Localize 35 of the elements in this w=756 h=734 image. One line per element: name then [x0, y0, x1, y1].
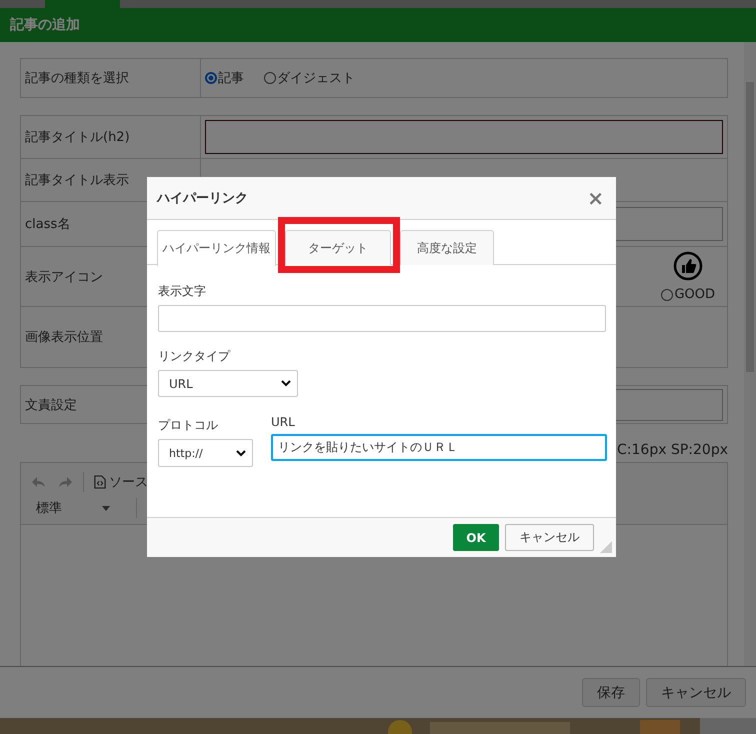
- protocol-select[interactable]: http://: [158, 439, 253, 467]
- cancel-button[interactable]: キャンセル: [505, 524, 594, 551]
- dialog-tab[interactable]: ターゲット: [285, 230, 391, 265]
- chevron-down-icon: [281, 380, 291, 387]
- dialog-tab[interactable]: ハイパーリンク情報: [157, 230, 276, 266]
- text-field[interactable]: [205, 120, 723, 154]
- radio-label: 記事: [218, 70, 244, 87]
- field-label: URL: [271, 415, 296, 429]
- field-label: 記事の種類を選択: [21, 59, 201, 97]
- thumbs-up-icon: [673, 251, 704, 281]
- caret-icon: [102, 506, 110, 510]
- code-file-icon: [94, 475, 106, 489]
- radio-label: ダイジェスト: [277, 70, 355, 87]
- field-label: 記事タイトル(h2): [21, 116, 201, 158]
- radio-label: GOOD: [674, 287, 715, 302]
- close-button[interactable]: ×: [585, 188, 606, 208]
- save-button[interactable]: 保存: [582, 678, 640, 707]
- redo-icon[interactable]: [57, 474, 73, 490]
- format-dropdown[interactable]: 標準: [31, 499, 126, 517]
- cancel-button[interactable]: キャンセル: [646, 678, 746, 707]
- url-field[interactable]: リンクを貼りたいサイトのＵＲＬ: [271, 434, 607, 461]
- display-text-field[interactable]: [158, 305, 606, 332]
- size-note: C:16px SP:20px: [617, 442, 728, 460]
- nav-tab[interactable]: [45, 0, 120, 8]
- radio-button[interactable]: [661, 288, 674, 300]
- link-type-select[interactable]: URL: [158, 370, 298, 397]
- chevron-down-icon: [236, 450, 246, 456]
- source-button[interactable]: ソース: [94, 473, 148, 491]
- resize-grip-icon[interactable]: [600, 541, 612, 553]
- radio-button[interactable]: [205, 72, 217, 84]
- modal-title: 記事の追加: [10, 16, 80, 34]
- scrollbar[interactable]: [744, 42, 756, 666]
- dialog-tab[interactable]: 高度な設定: [400, 230, 494, 265]
- radio-button[interactable]: [264, 72, 276, 84]
- ok-button[interactable]: OK: [453, 524, 499, 551]
